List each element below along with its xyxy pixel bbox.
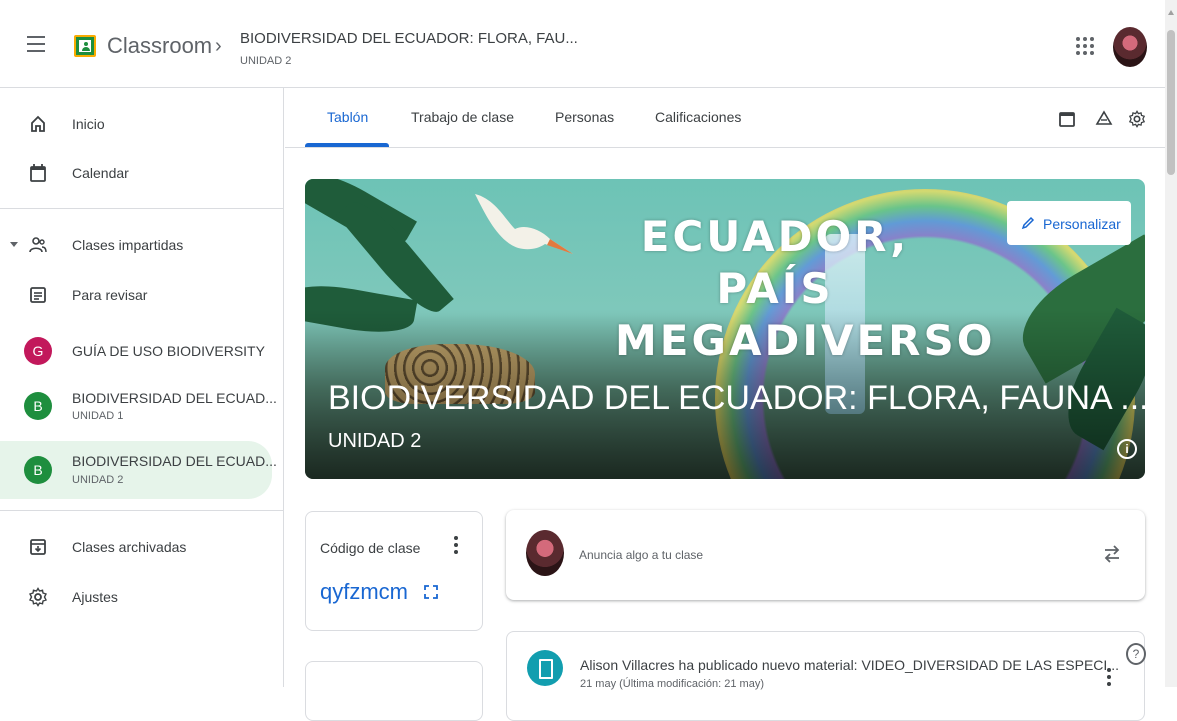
sidebar-item-ajustes[interactable]: Ajustes <box>0 573 272 621</box>
class-code-value: qyfzmcm <box>320 579 408 604</box>
class-code-label: Código de clase <box>320 540 421 556</box>
post-meta: 21 may (Última modificación: 21 may) <box>580 678 765 690</box>
app-name[interactable]: Classroom <box>107 33 212 59</box>
help-icon[interactable]: ? <box>1126 643 1146 665</box>
scroll-up-arrow-icon[interactable] <box>1168 10 1174 15</box>
class-avatar: G <box>24 337 52 365</box>
sidebar-item-label: Clases archivadas <box>72 539 187 555</box>
sidebar-item-label: GUÍA DE USO BIODIVERSITY <box>72 343 265 359</box>
sidebar-item-sublabel: UNIDAD 2 <box>72 474 124 486</box>
stream-post[interactable]: Alison Villacres ha publicado nuevo mate… <box>506 631 1145 721</box>
calendar-icon <box>30 164 46 182</box>
class-avatar: B <box>24 392 52 420</box>
people-icon <box>29 237 47 253</box>
drive-icon[interactable] <box>1095 110 1113 128</box>
active-tab-indicator <box>305 143 389 147</box>
announce-placeholder[interactable]: Anuncia algo a tu clase <box>579 548 703 562</box>
tab-tablon[interactable]: Tablón <box>327 109 368 125</box>
breadcrumb-class-section: UNIDAD 2 <box>240 55 292 67</box>
sidebar-item-label: Ajustes <box>72 589 118 605</box>
tab-trabajo-de-clase[interactable]: Trabajo de clase <box>411 109 514 125</box>
banner-art-title-line: MEGADIVERSO <box>615 316 996 365</box>
sidebar-item-label: Calendar <box>72 165 129 181</box>
class-code-card: Código de clase qyfzmcm <box>305 511 483 631</box>
sidebar-item-biodiversidad-unidad-1[interactable]: B BIODIVERSIDAD DEL ECUAD... UNIDAD 1 <box>0 382 277 430</box>
tab-bar: Tablón Trabajo de clase Personas Calific… <box>285 88 1165 148</box>
top-bar: Classroom › BIODIVERSIDAD DEL ECUADOR: F… <box>0 0 1165 88</box>
info-icon[interactable]: i <box>1117 439 1137 459</box>
sidebar-divider <box>0 208 284 209</box>
archive-icon <box>30 539 46 555</box>
sidebar-item-biodiversidad-unidad-2[interactable]: B BIODIVERSIDAD DEL ECUAD... UNIDAD 2 <box>0 441 277 499</box>
sidebar-item-guia-biodiversity[interactable]: G GUÍA DE USO BIODIVERSITY <box>0 327 272 375</box>
gear-icon <box>29 587 47 607</box>
sidebar-item-label: Inicio <box>72 116 105 132</box>
class-title: BIODIVERSIDAD DEL ECUADOR: FLORA, FAUNA … <box>328 379 1145 417</box>
more-options-icon[interactable] <box>1107 668 1113 688</box>
menu-icon[interactable] <box>27 36 45 52</box>
sidebar-item-para-revisar[interactable]: Para revisar <box>0 271 272 319</box>
banner-art-title: ECUADOR, PAÍS MEGADIVERSO <box>615 211 996 367</box>
class-banner: ECUADOR, PAÍS MEGADIVERSO BIODIVERSIDAD … <box>305 179 1145 479</box>
calendar-icon[interactable] <box>1058 110 1076 128</box>
sidebar-item-sublabel: UNIDAD 1 <box>72 410 124 422</box>
upcoming-card <box>305 661 483 721</box>
account-avatar[interactable] <box>1113 27 1147 67</box>
sidebar-item-label: Clases impartidas <box>72 237 184 253</box>
announce-box[interactable]: Anuncia algo a tu clase <box>506 510 1145 600</box>
fullscreen-icon[interactable] <box>424 585 438 599</box>
sidebar-divider <box>0 510 284 511</box>
repost-icon[interactable] <box>1102 542 1122 566</box>
sidebar: Inicio Calendar Clases impartidas Para r… <box>0 88 284 687</box>
chevron-right-icon: › <box>215 35 222 57</box>
more-options-icon[interactable] <box>454 536 460 556</box>
apps-grid-icon[interactable] <box>1076 37 1094 55</box>
sidebar-item-label: Para revisar <box>72 287 148 303</box>
scrollbar[interactable] <box>1165 0 1177 687</box>
gear-icon[interactable] <box>1128 110 1146 128</box>
material-icon <box>527 650 563 686</box>
classroom-logo-icon[interactable] <box>74 35 96 57</box>
sidebar-item-clases-archivadas[interactable]: Clases archivadas <box>0 523 272 571</box>
class-avatar: B <box>24 456 52 484</box>
scrollbar-thumb[interactable] <box>1167 30 1175 175</box>
banner-bird <box>475 194 573 254</box>
banner-art-title-line: ECUADOR, PAÍS <box>640 212 910 313</box>
sidebar-item-label: BIODIVERSIDAD DEL ECUAD... <box>72 453 277 469</box>
expand-caret-icon[interactable] <box>10 242 18 247</box>
customize-label: Personalizar <box>1043 216 1121 232</box>
tab-calificaciones[interactable]: Calificaciones <box>655 109 741 125</box>
class-section: UNIDAD 2 <box>328 430 422 452</box>
review-list-icon <box>30 287 46 303</box>
home-icon <box>31 115 45 132</box>
tab-personas[interactable]: Personas <box>555 109 614 125</box>
avatar <box>526 530 564 576</box>
sidebar-item-label: BIODIVERSIDAD DEL ECUAD... <box>72 390 277 406</box>
breadcrumb-class-title[interactable]: BIODIVERSIDAD DEL ECUADOR: FLORA, FAU... <box>240 30 578 47</box>
sidebar-item-calendar[interactable]: Calendar <box>0 149 272 197</box>
customize-button[interactable]: Personalizar <box>1007 201 1131 245</box>
sidebar-item-clases-impartidas[interactable]: Clases impartidas <box>0 221 272 269</box>
sidebar-item-inicio[interactable]: Inicio <box>0 100 272 148</box>
pencil-icon <box>1021 216 1035 230</box>
post-text[interactable]: Alison Villacres ha publicado nuevo mate… <box>580 657 1119 673</box>
